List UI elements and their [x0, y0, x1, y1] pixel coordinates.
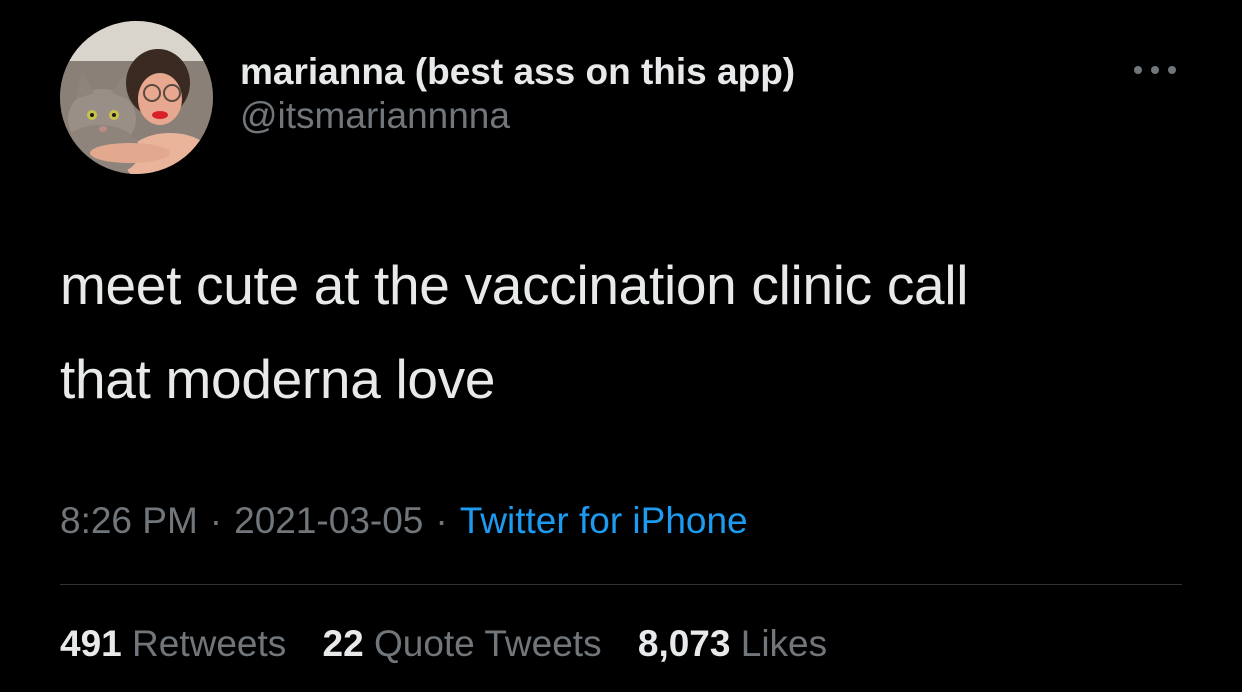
author-handle[interactable]: @itsmariannnna [240, 94, 795, 138]
meta-separator: · [435, 500, 448, 541]
tweet-date[interactable]: 2021-03-05 [234, 500, 423, 541]
tweet-text-line: meet cute at the vaccination clinic call [60, 254, 969, 316]
retweets-stat[interactable]: 491 Retweets [60, 623, 297, 664]
quote-tweets-count: 22 [322, 623, 364, 664]
quote-tweets-label: Quote Tweets [373, 623, 602, 664]
likes-count: 8,073 [637, 623, 731, 664]
tweet-text-line: that moderna love [60, 348, 496, 410]
tweet-meta: 8:26 PM · 2021-03-05 · Twitter for iPhone [60, 498, 748, 544]
tweet-stats: 491 Retweets 22 Quote Tweets 8,073 Likes [60, 621, 853, 667]
tweet-source-link[interactable]: Twitter for iPhone [460, 500, 748, 541]
tweet-time[interactable]: 8:26 PM [60, 500, 198, 541]
likes-label: Likes [740, 623, 828, 664]
meta-separator: · [209, 500, 223, 541]
retweets-label: Retweets [132, 623, 287, 664]
author-display-name[interactable]: marianna (best ass on this app) [240, 50, 795, 94]
quote-tweets-stat[interactable]: 22 Quote Tweets [323, 623, 612, 664]
avatar[interactable] [60, 21, 213, 174]
likes-stat[interactable]: 8,073 Likes [638, 623, 827, 664]
retweets-count: 491 [60, 623, 122, 664]
more-horizontal-icon[interactable] [1132, 62, 1178, 78]
author-info: marianna (best ass on this app) @itsmari… [240, 50, 795, 138]
profile-photo-image [60, 21, 213, 174]
tweet-text: meet cute at the vaccination clinic call… [60, 238, 1190, 426]
divider [60, 584, 1182, 585]
tweet-detail: marianna (best ass on this app) @itsmari… [0, 0, 1242, 692]
